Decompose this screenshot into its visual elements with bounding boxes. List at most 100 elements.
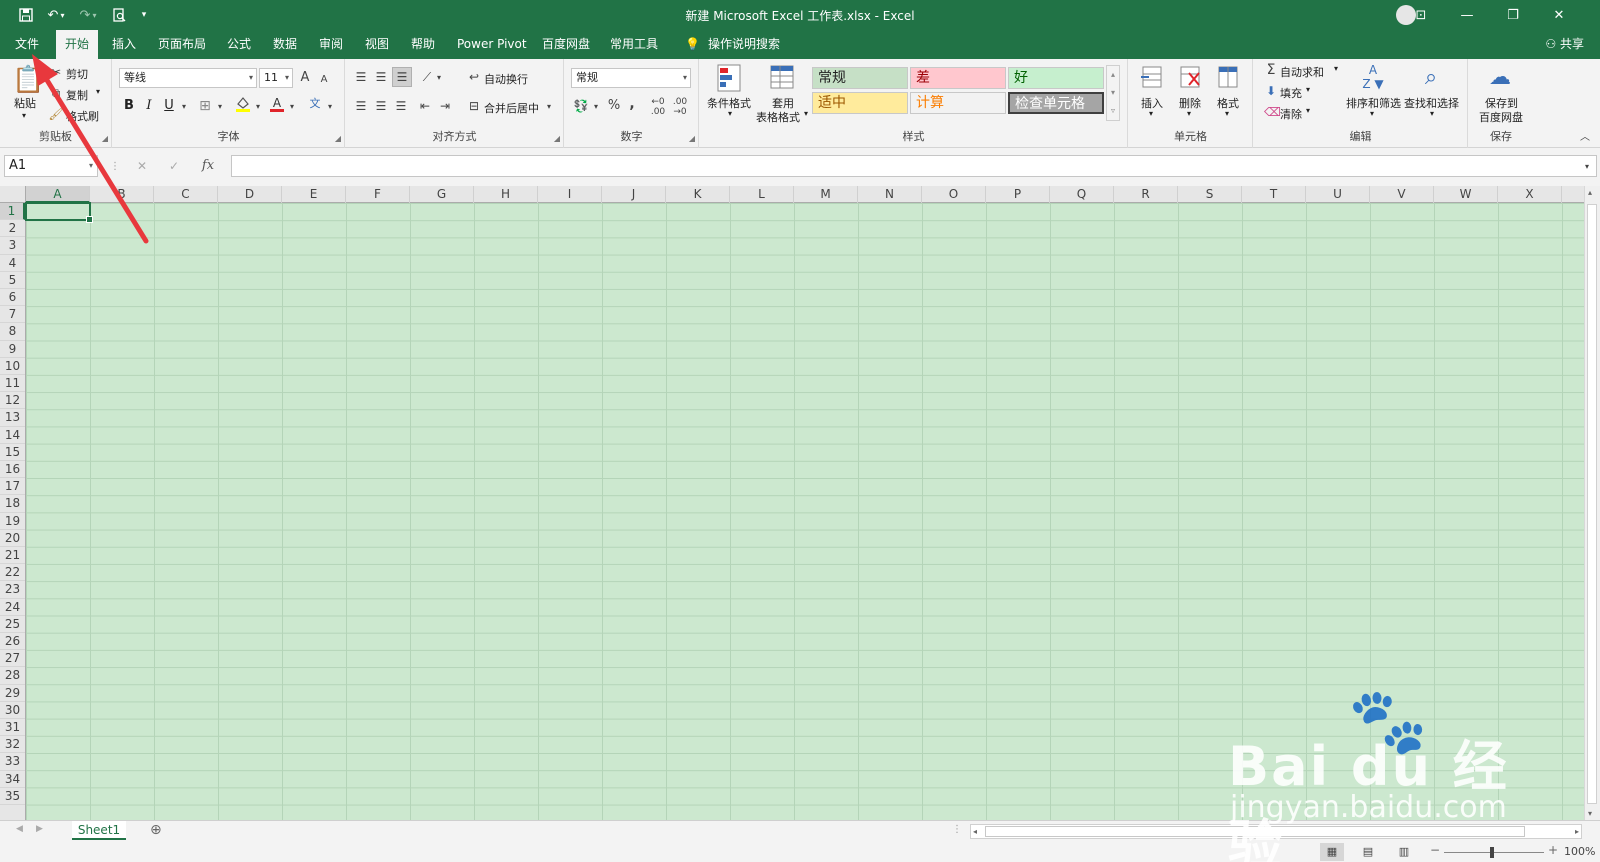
zoom-in-icon[interactable]: + [1548,843,1558,857]
font-color-icon[interactable]: A [269,95,285,118]
restore-button[interactable]: ❐ [1490,0,1536,30]
column-header-x[interactable]: X [1498,186,1562,203]
column-header-u[interactable]: U [1306,186,1370,203]
align-left-icon[interactable]: ☰ [352,97,370,115]
cut-button[interactable]: 剪切 [66,66,88,82]
column-header-f[interactable]: F [346,186,410,203]
share-button[interactable]: ⚇ 共享 [1545,30,1584,59]
autosum-icon[interactable]: Σ [1264,61,1278,79]
zoom-slider[interactable] [1444,852,1544,853]
find-select-icon[interactable]: ⌕ [1416,63,1446,93]
zoom-level[interactable]: 100% [1564,845,1595,858]
fill-color-dropdown-icon[interactable]: ▾ [253,98,263,116]
tab-page-layout[interactable]: 页面布局 [149,30,215,59]
row-header-2[interactable]: 2 [0,220,25,238]
currency-icon[interactable]: 💱 [571,97,591,115]
clear-dropdown-icon[interactable]: ▾ [1306,106,1310,115]
wrap-text-icon[interactable]: ↩ [466,68,482,86]
paste-icon[interactable]: 📋 [12,65,44,95]
currency-dropdown-icon[interactable]: ▾ [591,98,601,116]
fill-down-icon[interactable]: ⬇ [1264,82,1278,100]
copy-dropdown-icon[interactable]: ▾ [96,87,100,96]
tab-power-pivot[interactable]: Power Pivot [448,30,536,59]
zoom-out-icon[interactable]: − [1430,843,1440,857]
column-header-s[interactable]: S [1178,186,1242,203]
comma-button[interactable]: , [625,95,639,113]
zoom-slider-thumb[interactable] [1490,847,1494,858]
bold-button[interactable]: B [121,97,137,115]
tab-insert[interactable]: 插入 [103,30,145,59]
row-header-1[interactable]: 1 [0,203,25,221]
conditional-format-icon[interactable] [714,63,744,93]
cell-style-bad[interactable]: 差 [910,67,1006,89]
row-header-6[interactable]: 6 [0,289,25,307]
row-header-26[interactable]: 26 [0,633,25,651]
column-header-o[interactable]: O [922,186,986,203]
row-header-31[interactable]: 31 [0,719,25,737]
number-format-combo[interactable]: 常规 ▾ [571,68,691,88]
autosum-button[interactable]: 自动求和 [1280,64,1324,80]
merge-center-icon[interactable]: ⊟ [466,97,482,115]
row-header-32[interactable]: 32 [0,736,25,754]
row-header-13[interactable]: 13 [0,409,25,427]
column-header-r[interactable]: R [1114,186,1178,203]
sheet-scroll-left-icon[interactable]: ◀ [16,824,23,834]
column-header-j[interactable]: J [602,186,666,203]
format-as-table-icon[interactable] [768,63,798,93]
column-header-q[interactable]: Q [1050,186,1114,203]
baidu-netdisk-icon[interactable]: ☁ [1485,65,1515,91]
enter-icon[interactable]: ✓ [166,157,182,175]
autosum-dropdown-icon[interactable]: ▾ [1334,64,1338,73]
scroll-left-icon[interactable]: ◂ [973,825,977,838]
horizontal-scroll-thumb[interactable] [985,826,1525,837]
tab-baidu-netdisk[interactable]: 百度网盘 [533,30,599,59]
row-header-29[interactable]: 29 [0,685,25,702]
insert-cells-icon[interactable] [1139,63,1165,91]
column-header-c[interactable]: C [154,186,218,203]
tab-split-handle-icon[interactable]: ⋮ [952,824,962,835]
format-dropdown-icon[interactable]: ▾ [1225,109,1229,118]
copy-button[interactable]: 复制 [66,87,88,103]
wrap-text-button[interactable]: 自动换行 [484,71,528,87]
copy-icon[interactable]: ⧉ [48,84,64,102]
tell-me-search[interactable]: 💡 操作说明搜索 [676,30,789,59]
tab-view[interactable]: 视图 [356,30,398,59]
cell-style-calculation[interactable]: 计算 [910,92,1006,114]
align-top-icon[interactable]: ☰ [352,68,370,86]
percent-button[interactable]: % [605,97,623,115]
add-sheet-icon[interactable]: ⊕ [150,822,162,838]
format-as-table-dropdown-icon[interactable]: ▾ [804,109,808,118]
scroll-down-icon[interactable]: ▾ [1588,809,1592,818]
row-header-25[interactable]: 25 [0,616,25,633]
cell-style-neutral[interactable]: 适中 [812,92,908,114]
font-color-dropdown-icon[interactable]: ▾ [287,98,297,116]
format-cells-icon[interactable] [1215,63,1241,91]
clear-button[interactable]: 清除 [1280,106,1302,122]
row-header-21[interactable]: 21 [0,547,25,565]
column-header-b[interactable]: B [90,186,154,203]
scroll-right-icon[interactable]: ▸ [1575,825,1579,838]
vertical-scroll-thumb[interactable] [1587,204,1597,804]
styles-gallery-scroll[interactable]: ▴ ▾ ▿ [1106,65,1120,121]
row-header-22[interactable]: 22 [0,564,25,582]
row-header-30[interactable]: 30 [0,702,25,719]
row-header-34[interactable]: 34 [0,771,25,788]
column-header-a[interactable]: A [26,186,90,203]
clipboard-launcher-icon[interactable]: ◢ [102,134,108,143]
delete-dropdown-icon[interactable]: ▾ [1187,109,1191,118]
conditional-format-dropdown-icon[interactable]: ▾ [728,109,732,118]
name-box[interactable]: A1 ▾ [4,155,98,177]
scroll-up-icon[interactable]: ▴ [1588,188,1592,197]
row-header-15[interactable]: 15 [0,444,25,461]
underline-button[interactable]: U [161,97,177,115]
align-center-icon[interactable]: ☰ [372,97,390,115]
column-header-e[interactable]: E [282,186,346,203]
row-header-8[interactable]: 8 [0,323,25,341]
select-all-corner[interactable] [0,186,26,203]
tab-data[interactable]: 数据 [264,30,306,59]
formula-input[interactable] [231,155,1597,177]
row-header-7[interactable]: 7 [0,306,25,324]
collapse-ribbon-icon[interactable]: ︿ [1578,129,1592,147]
horizontal-scrollbar[interactable]: ◂ ▸ [970,824,1582,839]
column-header-d[interactable]: D [218,186,282,203]
